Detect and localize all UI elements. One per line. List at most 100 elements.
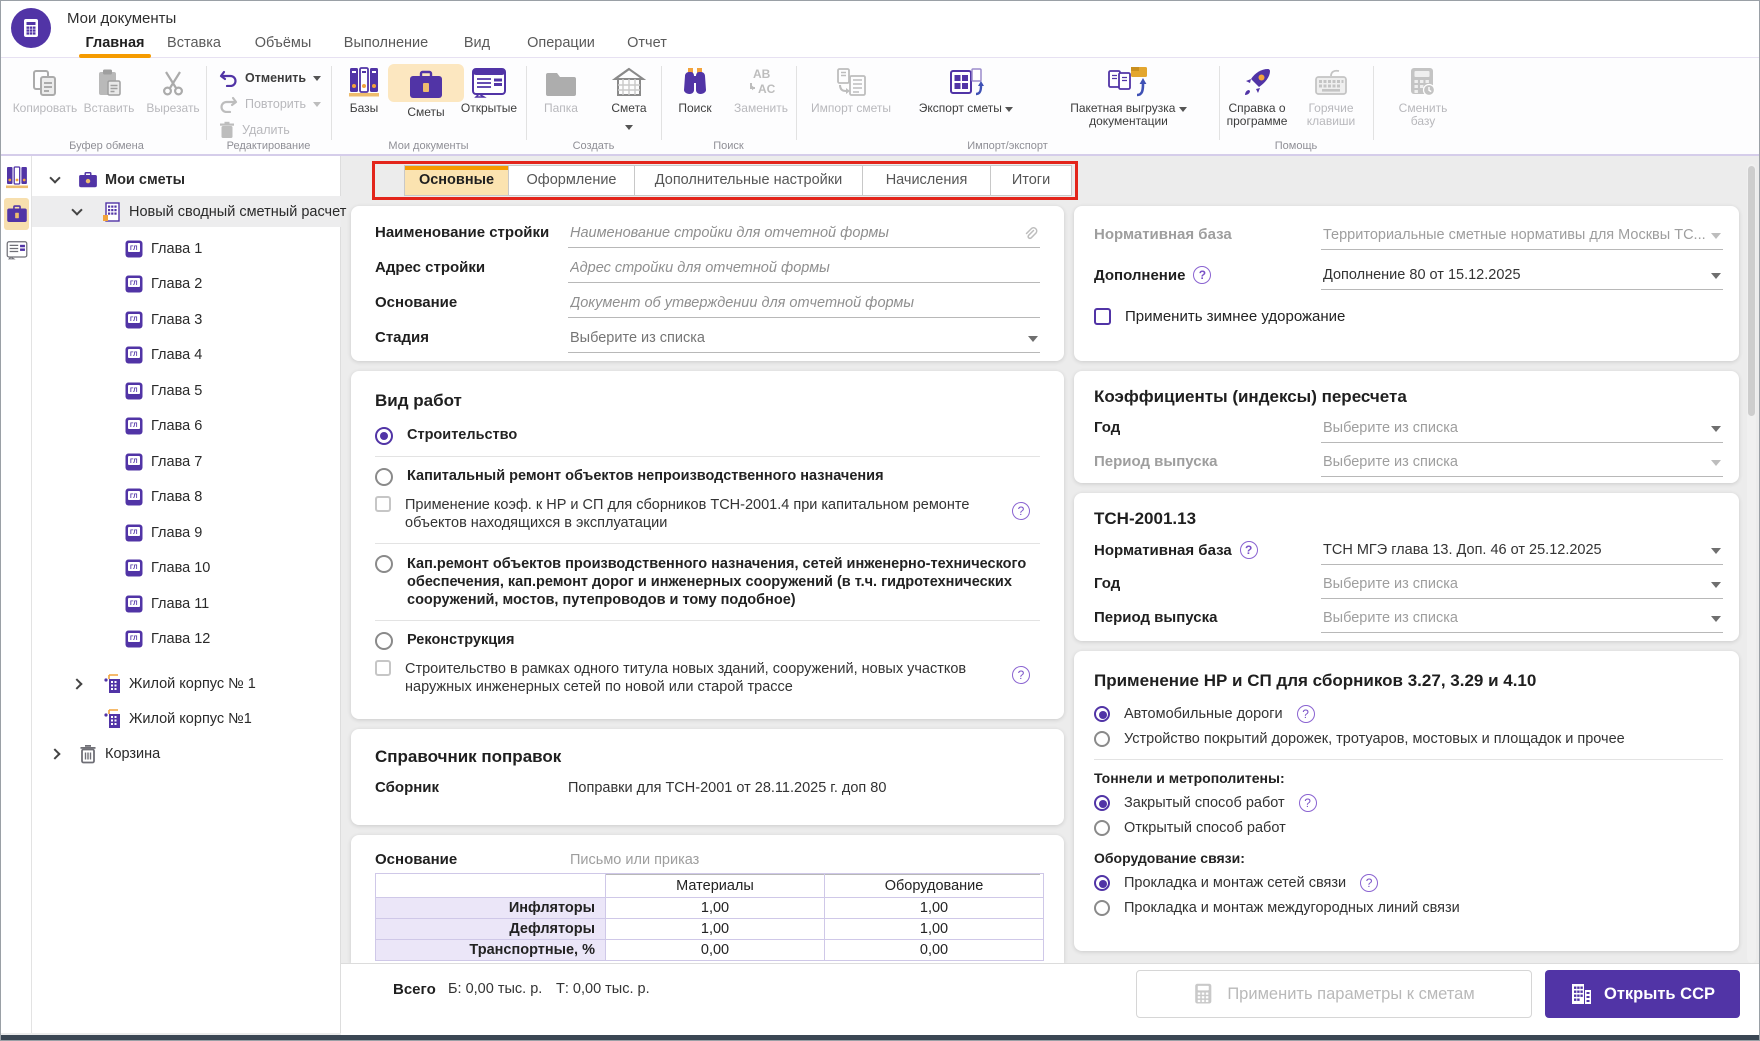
tree-item-label: Мои сметы	[105, 171, 186, 188]
radio-kapremont-proizv[interactable]: Кап.ремонт объектов производственного на…	[375, 555, 1040, 609]
replace-button[interactable]: AB AC Заменить	[723, 64, 799, 115]
delete-button[interactable]: Удалить	[219, 119, 327, 141]
period-select[interactable]: Выберите из списка	[1321, 449, 1723, 477]
tree-item[interactable]: ГЛ Глава 3	[32, 304, 341, 335]
checkbox-primenenie-koef[interactable]: Применение коэф. к НР и СП для сборников…	[375, 496, 1040, 532]
help-icon[interactable]: ?	[1012, 666, 1030, 684]
svg-text:ГЛ: ГЛ	[130, 352, 137, 358]
addition-select[interactable]: Дополнение 80 от 15.12.2025	[1321, 262, 1723, 290]
rail-open-icon[interactable]	[4, 236, 29, 264]
tree-item[interactable]: Жилой корпус № 1	[32, 668, 341, 699]
chapter-icon: ГЛ	[123, 451, 145, 473]
tree-item[interactable]: ГЛ Глава 2	[32, 268, 341, 299]
open-documents-button[interactable]: Открытые	[451, 64, 527, 115]
collection-value[interactable]: Поправки для ТСН-2001 от 28.11.2025 г. д…	[568, 780, 886, 796]
tree-item[interactable]: Мои сметы	[32, 164, 341, 195]
menu-tab-glavnaya[interactable]: Главная	[79, 31, 151, 58]
radio-prokladka-setey[interactable]: Прокладка и монтаж сетей связи?	[1094, 874, 1723, 892]
tree-item[interactable]: ГЛ Глава 5	[32, 375, 341, 406]
menu-tab-obyomy[interactable]: Объёмы	[251, 31, 315, 58]
radio-icon	[1094, 820, 1110, 836]
basis-input[interactable]: Документ об утверждении для отчетной фор…	[568, 290, 1040, 318]
tab-itogi[interactable]: Итоги	[991, 166, 1071, 195]
menu-tab-vstavka[interactable]: Вставка	[161, 31, 227, 58]
import-estimate-icon	[806, 64, 896, 98]
radio-icon	[1094, 731, 1110, 747]
import-estimate-button[interactable]: Импорт сметы	[806, 64, 896, 115]
chevron-right-icon[interactable]	[71, 677, 83, 690]
create-folder-button[interactable]: Папка	[523, 64, 599, 115]
construction-name-input[interactable]: Наименование стройки для отчетной формы	[568, 220, 1040, 248]
tree-item[interactable]: ГЛ Глава 8	[32, 481, 341, 512]
tsn-period-select[interactable]: Выберите из списка	[1321, 605, 1723, 633]
tab-osnovnye[interactable]: Основные	[405, 166, 509, 195]
menu-tab-vypolnenie[interactable]: Выполнение	[341, 31, 431, 58]
vertical-scrollbar[interactable]	[1747, 164, 1756, 963]
construction-address-input[interactable]: Адрес стройки для отчетной формы	[568, 255, 1040, 283]
radio-avtodorogi[interactable]: Автомобильные дороги?	[1094, 705, 1723, 723]
checkbox-stroitelstvo-titula[interactable]: Строительство в рамках одного титула нов…	[375, 660, 1040, 696]
basis2-input[interactable]: Письмо или приказ	[568, 847, 1040, 875]
chevron-down-icon[interactable]	[71, 204, 83, 216]
stage-dropdown-icon	[1028, 336, 1038, 342]
change-base-button[interactable]: Сменить базу	[1385, 64, 1461, 128]
radio-otkryty-sposob[interactable]: Открытый способ работ	[1094, 820, 1723, 836]
card-main-fields: Наименование стройки Наименование стройк…	[351, 206, 1064, 361]
year-select[interactable]: Выберите из списка	[1321, 415, 1723, 443]
folder-icon	[523, 64, 599, 98]
chevron-right-icon[interactable]	[49, 747, 61, 760]
tree-item[interactable]: ГЛ Глава 9	[32, 517, 341, 548]
help-icon[interactable]: ?	[1296, 705, 1315, 723]
radio-ustroystvo-pokrytiy[interactable]: Устройство покрытий дорожек, тротуаров, …	[1094, 731, 1723, 747]
tsn-normative-select[interactable]: ТСН МГЭ глава 13. Доп. 46 от 25.12.2025	[1321, 537, 1723, 565]
tree-item[interactable]: ГЛ Глава 6	[32, 410, 341, 441]
tree-item-label: Глава 8	[151, 488, 203, 505]
export-estimate-button[interactable]: Экспорт сметы	[906, 64, 1026, 115]
help-icon[interactable]: ?	[1360, 874, 1379, 892]
tab-oformlenie[interactable]: Оформление	[509, 166, 635, 195]
radio-stroitelstvo[interactable]: Строительство	[375, 427, 1040, 445]
help-icon[interactable]: ?	[1239, 541, 1258, 559]
tree-item[interactable]: Корзина	[32, 738, 341, 769]
apply-params-button[interactable]: Применить параметры к сметам	[1136, 970, 1532, 1018]
help-icon[interactable]: ?	[1012, 502, 1030, 520]
tree-item[interactable]: ГЛ Глава 11	[32, 588, 341, 619]
tree-item[interactable]: Жилой корпус №1	[32, 703, 341, 734]
hotkeys-button[interactable]: Горячие клавиши	[1293, 64, 1369, 128]
menu-tab-otchet[interactable]: Отчет	[619, 31, 675, 58]
chevron-down-icon[interactable]	[49, 172, 61, 184]
help-icon[interactable]: ?	[1193, 266, 1212, 284]
radio-rekonstrukciya[interactable]: Реконструкция	[375, 632, 1040, 650]
tree-item[interactable]: ГЛ Глава 4	[32, 339, 341, 370]
radio-kapremont-neproizv[interactable]: Капитальный ремонт объектов непроизводст…	[375, 468, 1040, 486]
tree-item[interactable]: ГЛ Глава 12	[32, 623, 341, 654]
help-icon[interactable]: ?	[1298, 794, 1317, 812]
menu-tab-operacii[interactable]: Операции	[523, 31, 599, 58]
cut-button[interactable]: Вырезать	[135, 64, 211, 115]
tree-item[interactable]: Новый сводный сметный расчет	[32, 196, 346, 227]
redo-button[interactable]: Повторить	[219, 93, 327, 115]
chapter-icon: ГЛ	[123, 238, 145, 260]
card-tsn: ТСН-2001.13 Нормативная база? ТСН МГЭ гл…	[1074, 493, 1739, 641]
open-ssr-button[interactable]: Открыть ССР	[1545, 970, 1740, 1018]
tab-dop-nastroyki[interactable]: Дополнительные настройки	[635, 166, 863, 195]
rail-bases-icon[interactable]	[4, 164, 29, 192]
radio-icon	[375, 632, 393, 650]
tree-item[interactable]: ГЛ Глава 1	[32, 233, 341, 264]
rail-estimates-icon[interactable]	[4, 198, 29, 230]
tree-item[interactable]: ГЛ Глава 10	[32, 552, 341, 583]
checkbox-winter[interactable]: Применить зимнее удорожание	[1094, 308, 1345, 325]
normative-base-select[interactable]: Территориальные сметные нормативы для Мо…	[1321, 222, 1723, 250]
tsn-year-select[interactable]: Выберите из списка	[1321, 571, 1723, 599]
radio-prokladka-mezhdugorodnih[interactable]: Прокладка и монтаж междугородных линий с…	[1094, 900, 1723, 916]
batch-export-button[interactable]: Пакетная выгрузка документации	[1046, 64, 1211, 128]
search-button[interactable]: Поиск	[657, 64, 733, 115]
undo-button[interactable]: Отменить	[219, 67, 327, 89]
stage-select[interactable]: Выберите из списка	[568, 325, 1040, 353]
create-estimate-button[interactable]: Смета	[591, 64, 667, 135]
about-button[interactable]: Справка о программе	[1219, 64, 1295, 128]
tab-nachisleniya[interactable]: Начисления	[863, 166, 991, 195]
tree-item[interactable]: ГЛ Глава 7	[32, 446, 341, 477]
menu-tab-vid[interactable]: Вид	[457, 31, 497, 58]
radio-zakryty-sposob[interactable]: Закрытый способ работ?	[1094, 794, 1723, 812]
